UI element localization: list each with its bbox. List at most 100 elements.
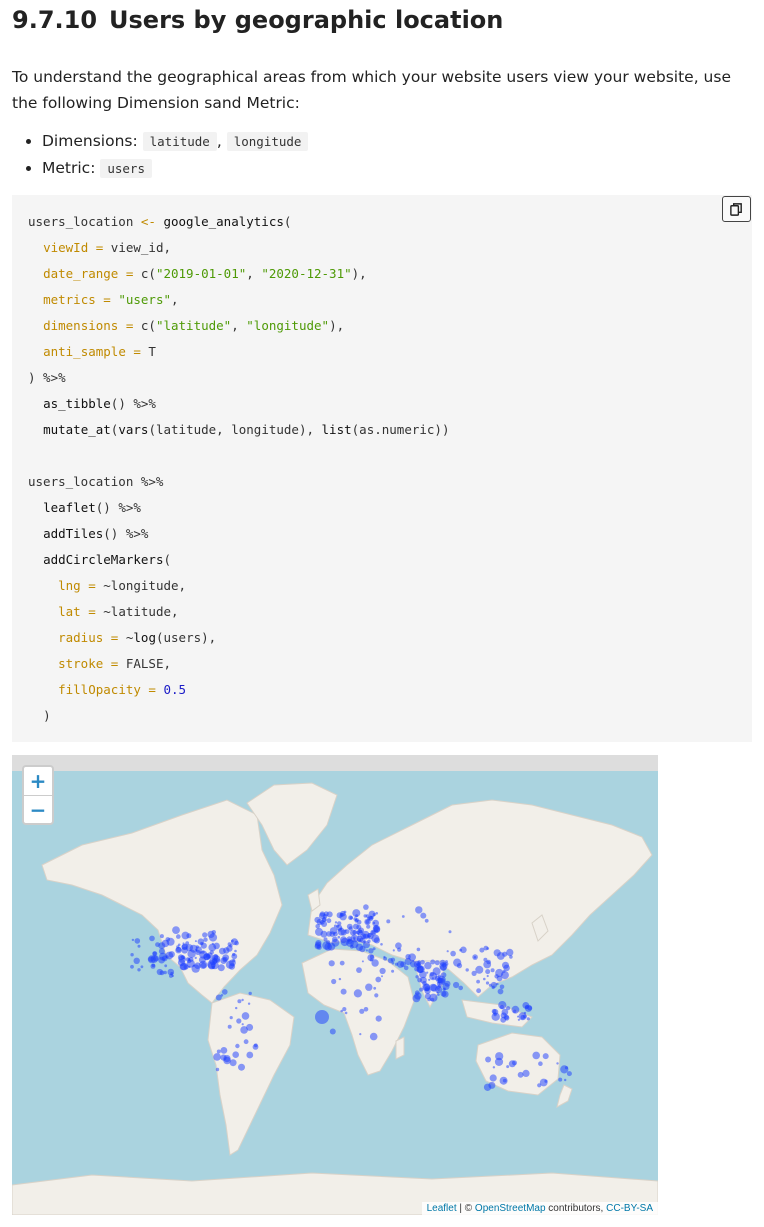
location-marker[interactable] xyxy=(137,968,141,972)
location-marker[interactable] xyxy=(241,1023,244,1026)
location-marker[interactable] xyxy=(486,974,489,978)
location-marker[interactable] xyxy=(208,943,217,952)
location-marker[interactable] xyxy=(340,988,347,995)
location-marker[interactable] xyxy=(236,1018,242,1024)
location-marker[interactable] xyxy=(337,935,341,939)
location-marker[interactable] xyxy=(415,975,419,979)
location-marker[interactable] xyxy=(453,981,460,989)
location-marker[interactable] xyxy=(315,1010,329,1024)
location-marker[interactable] xyxy=(241,998,244,1002)
location-marker[interactable] xyxy=(229,1016,233,1020)
location-marker[interactable] xyxy=(241,1012,250,1020)
location-marker[interactable] xyxy=(338,977,342,981)
location-marker[interactable] xyxy=(315,927,323,936)
location-marker[interactable] xyxy=(365,983,373,991)
location-marker[interactable] xyxy=(431,977,434,980)
location-marker[interactable] xyxy=(538,1061,543,1066)
location-marker[interactable] xyxy=(234,940,239,946)
location-marker[interactable] xyxy=(365,949,368,952)
location-marker[interactable] xyxy=(485,969,491,975)
location-marker[interactable] xyxy=(483,960,492,969)
location-marker[interactable] xyxy=(223,947,230,954)
location-marker[interactable] xyxy=(159,970,165,976)
location-marker[interactable] xyxy=(370,915,374,920)
location-marker[interactable] xyxy=(422,981,427,986)
location-marker[interactable] xyxy=(230,939,234,943)
location-marker[interactable] xyxy=(488,983,492,987)
location-marker[interactable] xyxy=(566,1071,572,1077)
location-marker[interactable] xyxy=(331,978,337,985)
location-marker[interactable] xyxy=(131,938,135,942)
location-marker[interactable] xyxy=(314,943,321,950)
location-marker[interactable] xyxy=(544,1079,548,1083)
copy-code-button[interactable] xyxy=(722,196,751,222)
location-marker[interactable] xyxy=(314,916,321,923)
location-marker[interactable] xyxy=(352,930,358,935)
location-marker[interactable] xyxy=(177,943,181,947)
location-marker[interactable] xyxy=(324,943,333,951)
location-marker[interactable] xyxy=(439,962,448,971)
location-marker[interactable] xyxy=(352,909,361,918)
location-marker[interactable] xyxy=(446,950,449,953)
location-marker[interactable] xyxy=(359,1033,362,1036)
location-marker[interactable] xyxy=(429,972,434,977)
location-marker[interactable] xyxy=(344,1011,348,1015)
location-marker[interactable] xyxy=(352,936,356,940)
location-marker[interactable] xyxy=(211,942,214,945)
location-marker[interactable] xyxy=(356,919,362,925)
location-marker[interactable] xyxy=(479,947,485,953)
location-marker[interactable] xyxy=(346,939,354,947)
location-marker[interactable] xyxy=(522,1069,530,1077)
location-marker[interactable] xyxy=(475,965,484,974)
location-marker[interactable] xyxy=(339,960,345,966)
location-marker[interactable] xyxy=(498,1001,507,1010)
location-marker[interactable] xyxy=(416,947,421,952)
location-marker[interactable] xyxy=(489,1074,497,1082)
location-marker[interactable] xyxy=(133,957,140,964)
location-marker[interactable] xyxy=(503,1014,509,1020)
location-marker[interactable] xyxy=(495,1052,504,1061)
location-marker[interactable] xyxy=(506,948,514,956)
location-marker[interactable] xyxy=(220,994,224,997)
location-marker[interactable] xyxy=(340,929,347,936)
location-marker[interactable] xyxy=(363,904,369,910)
location-marker[interactable] xyxy=(201,950,205,954)
location-marker[interactable] xyxy=(329,1028,336,1035)
location-marker[interactable] xyxy=(238,1063,245,1071)
location-marker[interactable] xyxy=(237,999,242,1004)
location-marker[interactable] xyxy=(508,1060,516,1068)
location-marker[interactable] xyxy=(159,934,164,939)
location-marker[interactable] xyxy=(353,917,358,921)
location-marker[interactable] xyxy=(232,1051,239,1058)
location-marker[interactable] xyxy=(326,918,332,924)
location-marker[interactable] xyxy=(375,976,382,983)
location-marker[interactable] xyxy=(374,993,379,998)
location-marker[interactable] xyxy=(526,1017,530,1021)
location-marker[interactable] xyxy=(179,963,187,971)
location-marker[interactable] xyxy=(216,1049,221,1054)
location-marker[interactable] xyxy=(408,953,416,962)
location-marker[interactable] xyxy=(212,958,218,964)
location-marker[interactable] xyxy=(392,949,395,952)
location-marker[interactable] xyxy=(337,921,342,926)
location-marker[interactable] xyxy=(524,1005,529,1010)
location-marker[interactable] xyxy=(493,1012,497,1017)
location-marker[interactable] xyxy=(356,924,362,930)
location-marker[interactable] xyxy=(369,1032,378,1041)
location-marker[interactable] xyxy=(343,910,347,914)
location-marker[interactable] xyxy=(356,929,363,936)
location-marker[interactable] xyxy=(197,938,204,945)
location-marker[interactable] xyxy=(476,988,481,994)
location-marker[interactable] xyxy=(246,1051,254,1059)
location-marker[interactable] xyxy=(448,930,452,934)
location-marker[interactable] xyxy=(395,942,402,949)
osm-link[interactable]: OpenStreetMap xyxy=(475,1203,546,1214)
location-marker[interactable] xyxy=(130,964,134,969)
location-marker[interactable] xyxy=(339,912,344,917)
location-marker[interactable] xyxy=(381,975,383,978)
location-marker[interactable] xyxy=(248,991,252,996)
location-marker[interactable] xyxy=(353,989,362,998)
location-marker[interactable] xyxy=(483,1083,492,1091)
location-marker[interactable] xyxy=(483,977,486,981)
location-marker[interactable] xyxy=(215,1067,220,1072)
